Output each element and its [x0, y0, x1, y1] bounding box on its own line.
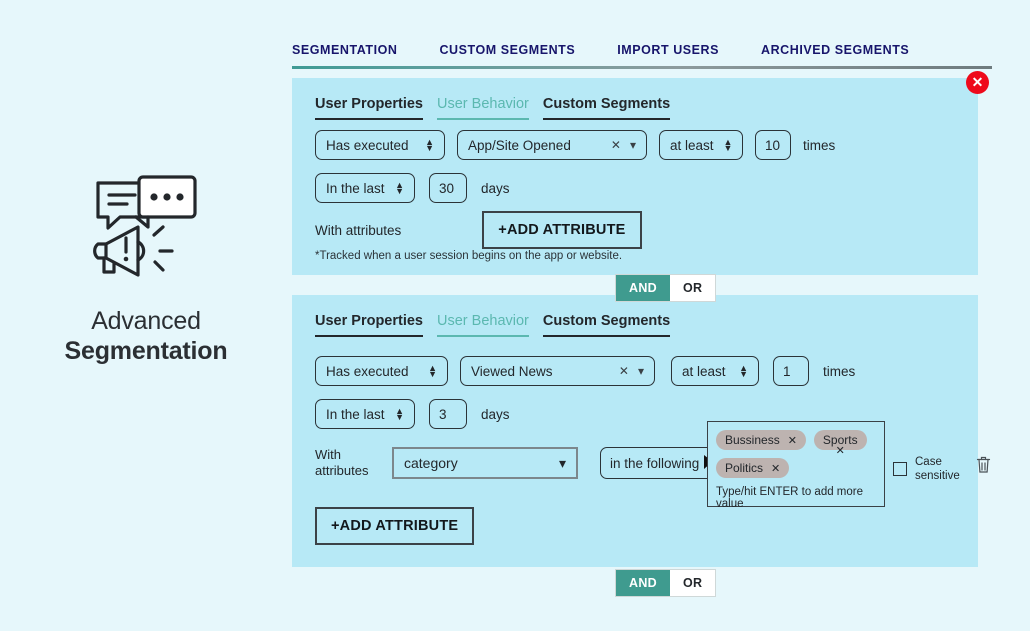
tag-label: Politics	[725, 461, 764, 475]
card2-count-input[interactable]: 1	[773, 356, 809, 386]
promo-title-line2: Segmentation	[64, 336, 228, 365]
card1-tab-user-behavior[interactable]: User Behavior	[437, 96, 529, 120]
joiner-2: AND OR	[615, 569, 717, 597]
clear-icon[interactable]: ✕	[619, 364, 629, 378]
card1-count-unit: times	[803, 137, 836, 153]
spinner-icon: ▲ ▼	[428, 363, 437, 379]
card1-count-input[interactable]: 10	[755, 130, 791, 160]
card1-period-condition-select[interactable]: In the last ▲ ▼	[315, 173, 415, 203]
card2-tags-panel: Bussiness ✕ Sports ✕ Politics ✕ Type/hit…	[707, 421, 885, 510]
spinner-icon: ▲ ▼	[395, 406, 404, 422]
tag-item[interactable]: Bussiness ✕	[716, 430, 806, 450]
card1-comparator-select[interactable]: at least ▲ ▼	[659, 130, 743, 160]
card2-period-row: In the last ▲ ▼ 3 days	[315, 399, 510, 429]
card2-attributes-label: With attributes	[315, 447, 375, 480]
card1-footnote: *Tracked when a user session begins on t…	[315, 250, 623, 262]
card2-period-condition-select[interactable]: In the last ▲ ▼	[315, 399, 415, 429]
joiner-1: AND OR	[615, 274, 717, 302]
nav-divider	[292, 66, 992, 69]
card1-attributes-label: With attributes	[315, 222, 402, 238]
tag-item[interactable]: Sports ✕	[813, 430, 867, 457]
promo-title-line1: Advanced	[91, 307, 201, 335]
close-icon[interactable]: ✕	[966, 71, 989, 94]
card1-event-row: Has executed ▲ ▼ App/Site Opened ✕ ▾ at l…	[315, 130, 835, 160]
chevron-down-icon[interactable]: ▾	[638, 364, 644, 378]
tag-item[interactable]: Politics ✕	[716, 458, 790, 478]
card1-attributes-row: With attributes +ADD ATTRIBUTE	[315, 211, 642, 249]
card2-event-name-select[interactable]: Viewed News ✕ ▾	[460, 356, 655, 386]
segment-condition-card-1: User Properties User Behavior Custom Seg…	[292, 78, 978, 275]
spinner-icon: ▲ ▼	[395, 180, 404, 196]
joiner-1-or[interactable]: OR	[669, 275, 716, 301]
card2-attributes-label-line2: attributes	[315, 463, 369, 479]
card2-comparator-select[interactable]: at least ▲ ▼	[671, 356, 759, 386]
chevron-down-icon[interactable]: ▾	[630, 138, 636, 152]
joiner-2-or[interactable]: OR	[669, 570, 716, 596]
tag-remove-icon[interactable]: ✕	[788, 434, 797, 447]
top-navigation: SEGMENTATION CUSTOM SEGMENTS IMPORT USER…	[292, 43, 992, 69]
card1-tab-user-properties[interactable]: User Properties	[315, 96, 423, 120]
spinner-icon: ▲ ▼	[723, 137, 733, 153]
card2-tab-user-behavior[interactable]: User Behavior	[437, 313, 529, 337]
tag-label: Bussiness	[725, 433, 780, 447]
chevron-down-icon: ▾	[558, 454, 566, 471]
card1-tab-custom-segments[interactable]: Custom Segments	[542, 96, 671, 120]
card1-event-condition-select[interactable]: Has executed ▲ ▼	[315, 130, 445, 160]
joiner-2-and[interactable]: AND	[616, 570, 670, 596]
case-sensitive-checkbox[interactable]	[893, 462, 907, 477]
card1-add-attribute-button[interactable]: +ADD ATTRIBUTE	[482, 211, 642, 249]
card2-attribute-condition-select[interactable]: in the following	[600, 447, 724, 480]
case-sensitive-label-line1: Case	[915, 456, 942, 468]
card2-period-value-input[interactable]: 3	[429, 399, 467, 429]
card2-tabs: User Properties User Behavior Custom Seg…	[315, 313, 671, 337]
tag-remove-icon[interactable]: ✕	[836, 444, 845, 457]
card2-tab-custom-segments[interactable]: Custom Segments	[542, 313, 671, 337]
nav-tab-import-users[interactable]: IMPORT USERS	[617, 43, 719, 57]
joiner-1-and[interactable]: AND	[616, 275, 670, 301]
megaphone-speech-bubbles-icon	[93, 175, 197, 277]
card2-tab-user-properties[interactable]: User Properties	[315, 313, 423, 337]
card2-event-row: Has executed ▲ ▼ Viewed News ✕ ▾ at least…	[315, 356, 855, 386]
card2-attributes-label-line1: With	[315, 447, 341, 462]
promo-panel: Advanced Segmentation	[0, 175, 292, 366]
tag-remove-icon[interactable]: ✕	[771, 462, 780, 475]
card1-period-row: In the last ▲ ▼ 30 days	[315, 173, 510, 203]
card1-event-clear-and-caret[interactable]: ✕ ▾	[611, 138, 636, 152]
card2-attribute-name-select[interactable]: category ▾	[392, 447, 578, 480]
nav-tab-archived-segments[interactable]: ARCHIVED SEGMENTS	[761, 43, 909, 57]
card2-add-attribute-button[interactable]: +ADD ATTRIBUTE	[315, 507, 475, 545]
trash-icon[interactable]	[976, 456, 991, 474]
card1-tabs: User Properties User Behavior Custom Seg…	[315, 96, 671, 120]
card1-event-name-select[interactable]: App/Site Opened ✕ ▾	[457, 130, 647, 160]
nav-tab-segmentation[interactable]: SEGMENTATION	[292, 43, 397, 57]
case-sensitive-group: Case sensitive	[893, 455, 960, 484]
case-sensitive-label-line2: sensitive	[915, 470, 960, 483]
card1-period-unit: days	[481, 180, 510, 196]
spinner-icon: ▲ ▼	[425, 137, 434, 153]
card2-count-unit: times	[823, 363, 856, 379]
card2-event-condition-select[interactable]: Has executed ▲ ▼	[315, 356, 448, 386]
segmentation-page: Advanced Segmentation SEGMENTATION CUSTO…	[0, 0, 1030, 631]
clear-icon[interactable]: ✕	[611, 138, 621, 152]
card2-event-clear-and-caret[interactable]: ✕ ▾	[619, 364, 644, 378]
promo-title: Advanced Segmentation	[0, 307, 292, 366]
spinner-icon: ▲ ▼	[739, 363, 748, 379]
nav-tab-custom-segments[interactable]: CUSTOM SEGMENTS	[439, 43, 575, 57]
card1-period-value-input[interactable]: 30	[429, 173, 467, 203]
tags-hint: Type/hit ENTER to add more value	[716, 486, 864, 510]
case-sensitive-label: Case sensitive	[915, 455, 960, 484]
tag-list: Bussiness ✕ Sports ✕ Politics ✕	[716, 430, 876, 478]
card2-attribute-row: With attributes category ▾ in the follow…	[315, 447, 724, 480]
card2-period-unit: days	[481, 406, 510, 422]
